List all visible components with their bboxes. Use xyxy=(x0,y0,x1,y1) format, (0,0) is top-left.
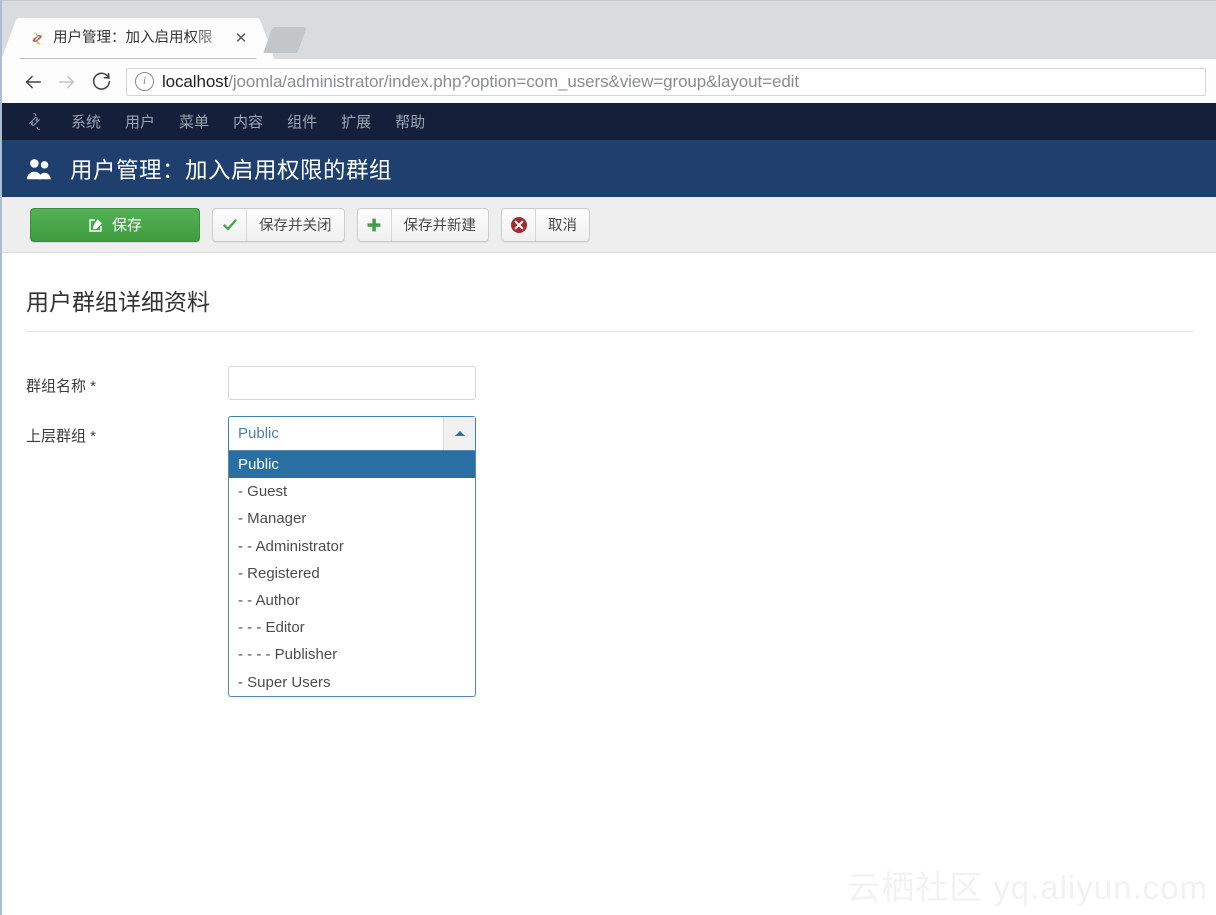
menu-item-content[interactable]: 内容 xyxy=(233,111,263,132)
menu-item-components[interactable]: 组件 xyxy=(287,111,317,132)
option-public[interactable]: Public xyxy=(229,451,475,479)
parent-group-option-list[interactable]: Public - Guest - Manager - - Administrat… xyxy=(228,450,476,697)
watermark: 云栖社区 yq.aliyun.com xyxy=(847,869,1208,906)
browser-tabstrip: 用户管理：加入启用权限 ✕ xyxy=(2,1,1216,59)
joomla-admin: 系统 用户 菜单 内容 组件 扩展 帮助 用户管理：加入启用权限的群组 保存 保… xyxy=(0,103,1216,915)
cancel-button-label: 取消 xyxy=(548,218,577,234)
page-header: 用户管理：加入启用权限的群组 xyxy=(2,140,1216,197)
group-name-label: 群组名称 * xyxy=(26,378,97,395)
url-text: localhost/joomla/administrator/index.php… xyxy=(162,72,799,92)
save-button[interactable]: 保存 xyxy=(30,207,200,242)
page-title: 用户管理：加入启用权限的群组 xyxy=(70,157,393,183)
menu-item-extensions[interactable]: 扩展 xyxy=(341,111,371,132)
option-manager[interactable]: - Manager xyxy=(229,505,475,532)
parent-group-select-box[interactable]: Public xyxy=(228,416,476,450)
parent-group-selected-value: Public xyxy=(238,425,279,442)
option-guest[interactable]: - Guest xyxy=(229,478,475,505)
option-editor[interactable]: - - - Editor xyxy=(229,614,475,641)
option-publisher[interactable]: - - - - Publisher xyxy=(229,641,475,668)
save-button-label: 保存 xyxy=(111,217,142,234)
option-super-users[interactable]: - Super Users xyxy=(229,669,475,696)
menu-item-users[interactable]: 用户 xyxy=(125,111,155,132)
joomla-favicon-icon xyxy=(28,30,45,47)
save-new-button-label: 保存并新建 xyxy=(403,218,477,234)
close-icon[interactable]: ✕ xyxy=(232,18,250,59)
save-new-button[interactable]: 保存并新建 xyxy=(356,207,489,242)
cancel-button[interactable]: 取消 xyxy=(501,207,590,242)
form-content: 用户群组详细资料 群组名称 * 上层群组 * Public Public - G… xyxy=(2,253,1216,915)
chevron-up-icon[interactable] xyxy=(443,417,475,450)
browser-navbar: i localhost/joomla/administrator/index.p… xyxy=(2,59,1216,104)
joomla-logo-icon[interactable] xyxy=(24,111,45,132)
parent-group-select[interactable]: Public Public - Guest - Manager - - Admi… xyxy=(228,416,476,697)
back-icon[interactable] xyxy=(16,65,50,99)
url-host: localhost xyxy=(162,71,229,91)
admin-toolbar: 保存 保存并关闭 保存并新建 取消 xyxy=(2,197,1216,253)
parent-group-label: 上层群组 * xyxy=(26,428,97,445)
new-tab-button[interactable] xyxy=(263,27,307,53)
save-close-button[interactable]: 保存并关闭 xyxy=(212,207,345,242)
browser-chrome: 用户管理：加入启用权限 ✕ i localhost/joomla/adminis… xyxy=(0,0,1216,104)
url-path: /joomla/administrator/index.php?option=c… xyxy=(228,71,799,91)
section-title: 用户群组详细资料 xyxy=(26,289,210,315)
reload-icon[interactable] xyxy=(84,65,118,99)
form-row-group-name: 群组名称 * xyxy=(26,366,1216,400)
save-close-button-label: 保存并关闭 xyxy=(259,218,332,234)
menu-item-system[interactable]: 系统 xyxy=(71,111,101,132)
cancel-circle-icon xyxy=(502,208,536,241)
plus-icon xyxy=(358,208,392,241)
option-registered[interactable]: - Registered xyxy=(229,560,475,587)
admin-menubar: 系统 用户 菜单 内容 组件 扩展 帮助 xyxy=(2,103,1216,140)
group-name-input[interactable] xyxy=(228,366,476,400)
forward-icon xyxy=(50,65,84,99)
menu-item-help[interactable]: 帮助 xyxy=(395,111,425,132)
pencil-square-icon xyxy=(88,217,104,233)
menu-item-menus[interactable]: 菜单 xyxy=(179,111,209,132)
url-bar[interactable]: i localhost/joomla/administrator/index.p… xyxy=(126,67,1206,96)
section-divider xyxy=(26,331,1194,332)
browser-tab[interactable]: 用户管理：加入启用权限 ✕ xyxy=(18,18,258,59)
browser-tab-title: 用户管理：加入启用权限 xyxy=(53,30,213,46)
users-icon xyxy=(24,156,54,182)
option-administrator[interactable]: - - Administrator xyxy=(229,533,475,560)
option-author[interactable]: - - Author xyxy=(229,587,475,614)
page-info-icon[interactable]: i xyxy=(135,72,154,91)
form-row-parent-group: 上层群组 * Public Public - Guest - Manager -… xyxy=(26,416,1216,697)
check-icon xyxy=(213,208,247,241)
